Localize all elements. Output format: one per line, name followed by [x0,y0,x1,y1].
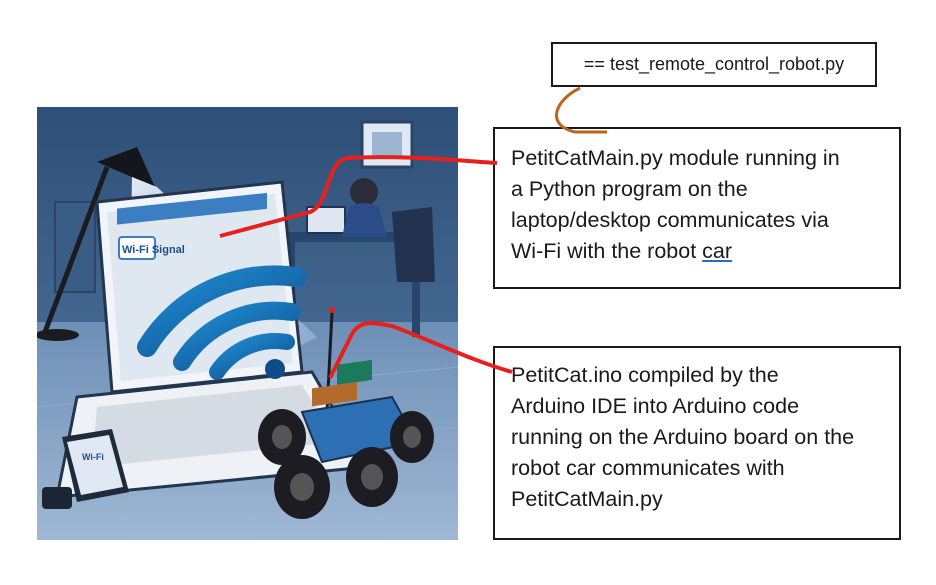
laptop-description-text: Wi-Fi with the robot [511,239,703,263]
robot-description-line: running on the Arduino board on the [511,425,855,449]
brown-connector [555,86,607,134]
person-head [350,178,378,206]
robot-description-line: PetitCatMain.py [511,487,663,511]
robot-description-box: PetitCat.ino compiled by the Arduino IDE… [493,346,901,540]
underlined-word: car [702,239,733,263]
laptop-description-line: PetitCatMain.py module running in [511,146,840,170]
robot-description-line: robot car communicates with [511,456,785,480]
script-name-label: == test_remote_control_robot.py [583,54,845,74]
phone-wifi-label: Wi-Fi [82,452,104,462]
screen-wifi-label: Wi-Fi Signal [122,244,185,256]
laptop-description-line: Wi-Fi with the robot car [511,236,885,267]
script-name-box: == test_remote_control_robot.py [551,42,877,87]
robot-description-line: PetitCat.ino compiled by the [511,363,779,387]
laptop-robot-illustration: Wi-Fi Signal Wi-Fi [37,107,458,540]
laptop-description-box: PetitCatMain.py module running in a Pyth… [493,127,901,289]
laptop-description-line: a Python program on the [511,177,748,201]
robot-description-line: Arduino IDE into Arduino code [511,394,800,418]
laptop-description-line: laptop/desktop communicates via [511,208,829,232]
